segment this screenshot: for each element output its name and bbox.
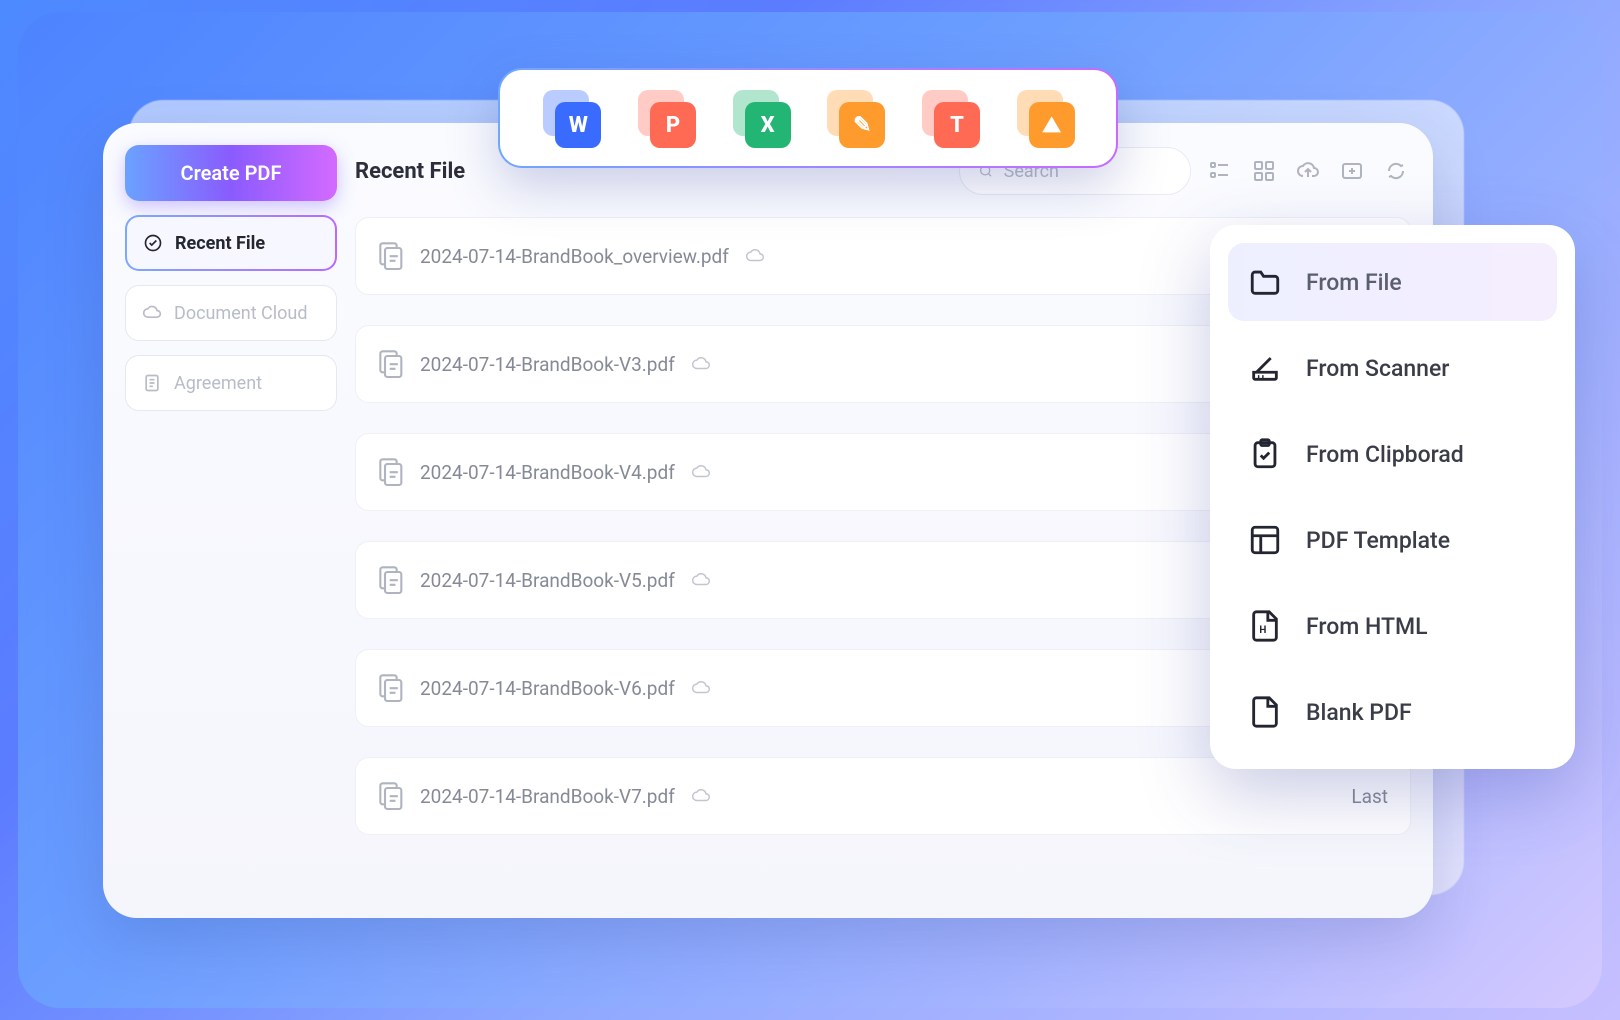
folder-icon [1248,265,1282,299]
cloud-sync-icon [691,356,711,372]
dropdown-item-label: From Clipborad [1306,441,1464,468]
cloud-sync-icon [691,680,711,696]
word-app-icon[interactable]: W [543,90,599,146]
template-icon [1248,523,1282,557]
list-view-button[interactable] [1205,156,1235,186]
file-name: 2024-07-14-BrandBook-V6.pdf [420,677,675,700]
new-folder-button[interactable] [1337,156,1367,186]
svg-text:H: H [1259,625,1266,636]
file-doc-icon [378,781,406,811]
create-pdf-button[interactable]: Create PDF [125,145,337,201]
create-dropdown: From File From Scanner From Clipborad PD… [1210,225,1575,769]
file-name: 2024-07-14-BrandBook-V4.pdf [420,461,675,484]
dropdown-item[interactable]: H From HTML [1228,587,1557,665]
cloud-sync-icon [691,464,711,480]
dropdown-item-label: From File [1306,269,1402,296]
sync-icon [1384,159,1408,183]
html-icon: H [1248,609,1282,643]
page-title: Recent File [355,159,465,184]
dropdown-item[interactable]: Blank PDF [1228,673,1557,751]
upload-cloud-icon [1296,159,1320,183]
sidebar-item-label: Recent File [175,233,265,254]
file-name: 2024-07-14-BrandBook-V3.pdf [420,353,675,376]
sidebar: Create PDF Recent File Document Cloud Ag… [125,145,337,896]
blank-icon [1248,695,1282,729]
folder-plus-icon [1340,159,1364,183]
dropdown-item-label: From HTML [1306,613,1428,640]
file-name: 2024-07-14-BrandBook-V5.pdf [420,569,675,592]
document-icon [142,373,162,393]
cloud-sync-icon [691,572,711,588]
sidebar-item-label: Document Cloud [174,303,307,324]
sidebar-item-cloud[interactable]: Document Cloud [125,285,337,341]
file-doc-icon [378,565,406,595]
file-last-label: Last [1351,785,1388,808]
file-name: 2024-07-14-BrandBook-V7.pdf [420,785,675,808]
dropdown-item-label: Blank PDF [1306,699,1412,726]
edit-app-icon[interactable]: ✎ [827,90,883,146]
dropdown-item[interactable]: PDF Template [1228,501,1557,579]
powerpoint-app-icon[interactable]: P [638,90,694,146]
cloud-sync-icon [691,788,711,804]
scanner-icon [1248,351,1282,385]
file-doc-icon [378,241,406,271]
grid-view-button[interactable] [1249,156,1279,186]
text-app-icon[interactable]: T [922,90,978,146]
grid-icon [1252,159,1276,183]
image-app-icon[interactable]: ⛰ [1017,90,1073,146]
cloud-sync-icon [745,248,765,264]
sidebar-item-agreement[interactable]: Agreement [125,355,337,411]
dropdown-item[interactable]: From File [1228,243,1557,321]
file-doc-icon [378,673,406,703]
file-doc-icon [378,349,406,379]
floating-app-toolbar: W P X ✎ T ⛰ [498,68,1118,168]
dropdown-item[interactable]: From Clipborad [1228,415,1557,493]
upload-button[interactable] [1293,156,1323,186]
dropdown-item-label: From Scanner [1306,355,1449,382]
list-icon [1208,159,1232,183]
excel-app-icon[interactable]: X [733,90,789,146]
clock-check-icon [143,233,163,253]
sync-button[interactable] [1381,156,1411,186]
clipboard-icon [1248,437,1282,471]
dropdown-item[interactable]: From Scanner [1228,329,1557,407]
file-name: 2024-07-14-BrandBook_overview.pdf [420,245,729,268]
cloud-icon [142,303,162,323]
file-doc-icon [378,457,406,487]
sidebar-item-recent[interactable]: Recent File [125,215,337,271]
sidebar-item-label: Agreement [174,373,262,394]
dropdown-item-label: PDF Template [1306,527,1450,554]
